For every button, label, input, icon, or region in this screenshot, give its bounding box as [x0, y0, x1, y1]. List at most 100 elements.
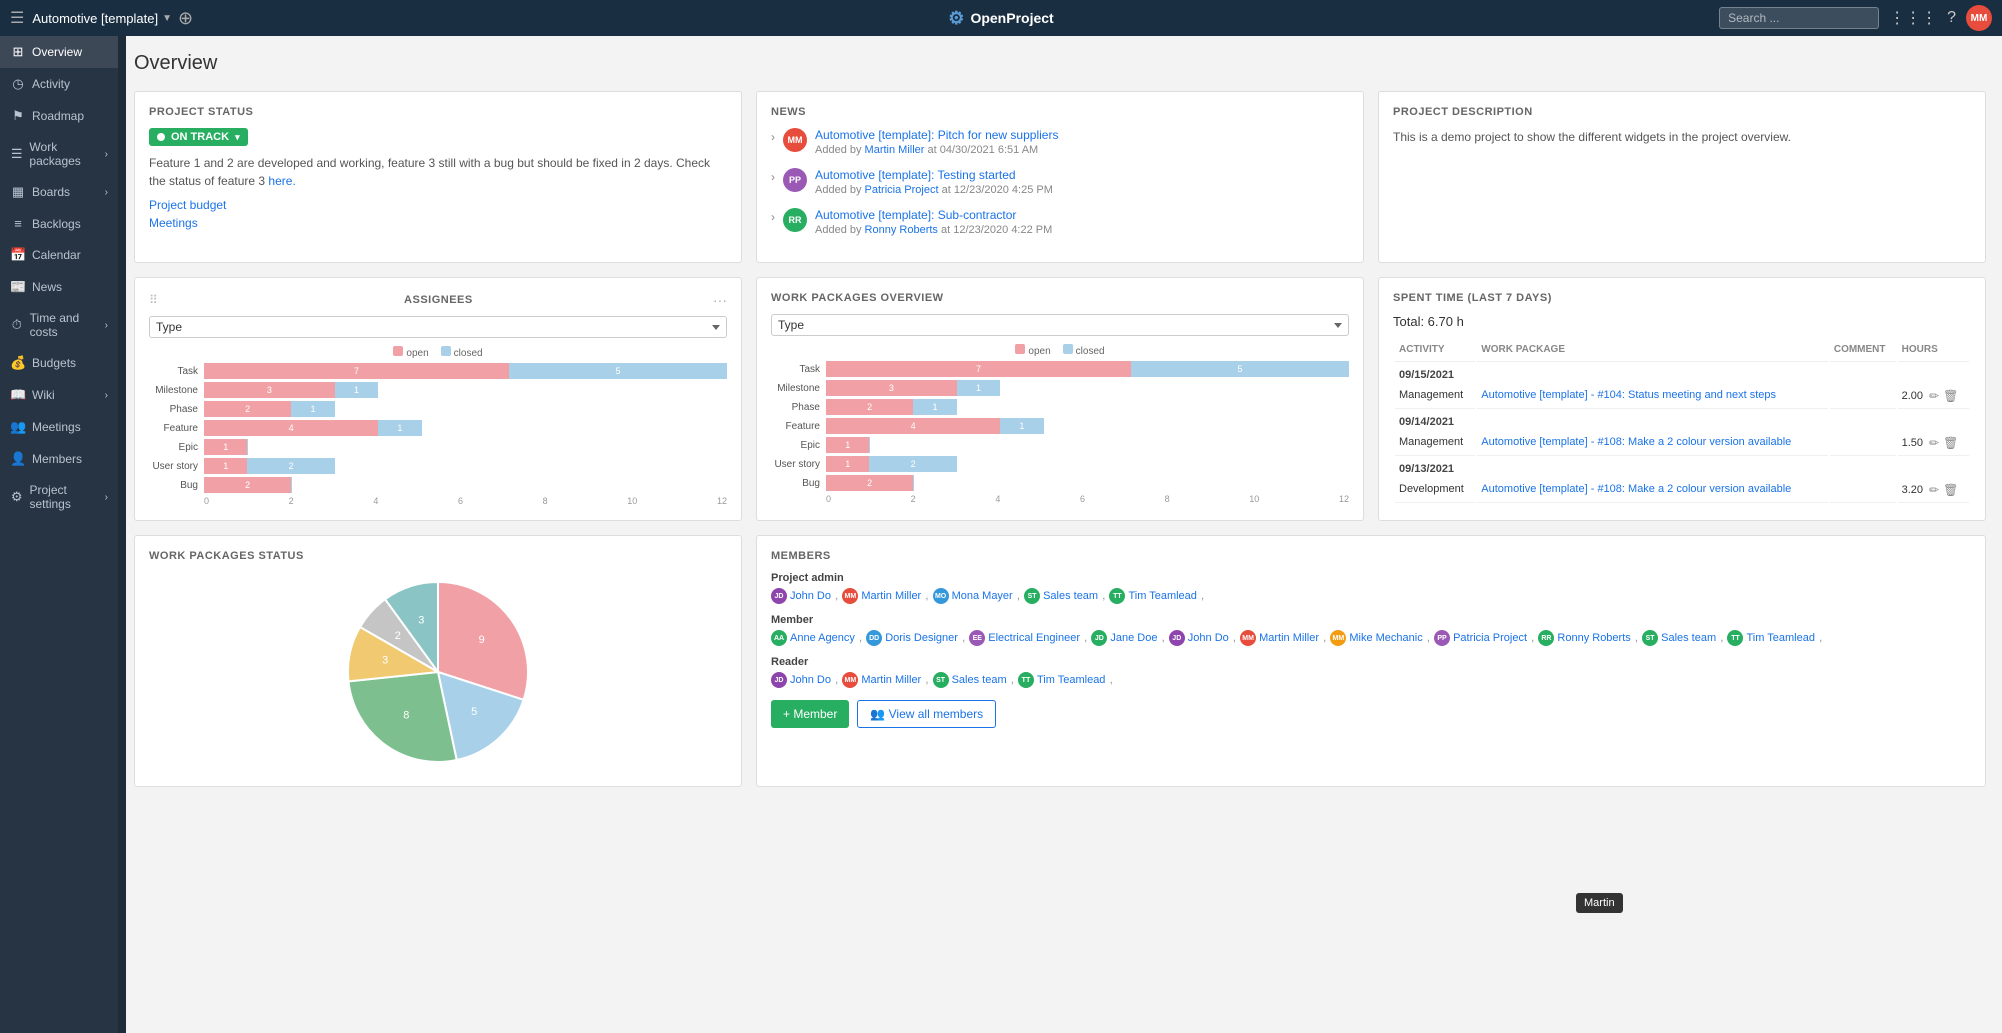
member-tag[interactable]: RRRonny Roberts: [1538, 630, 1630, 646]
spent-wp-link[interactable]: Automotive [template] - #108: Make a 2 c…: [1481, 436, 1791, 448]
project-name[interactable]: Automotive [template] ▼: [32, 11, 172, 26]
status-caret-icon[interactable]: ▾: [235, 132, 240, 143]
member-tag[interactable]: STSales team: [1024, 588, 1098, 604]
bar-closed: 2: [247, 458, 334, 474]
news-author-0[interactable]: Martin Miller: [865, 144, 925, 156]
status-description: Feature 1 and 2 are developed and workin…: [149, 154, 727, 190]
member-separator: ,: [1323, 630, 1326, 646]
member-name: Tim Teamlead: [1037, 674, 1105, 686]
bar-row: Task 7 5: [149, 363, 727, 379]
news-caret-icon: ›: [771, 130, 775, 144]
sidebar-item-wiki[interactable]: 📖 Wiki ›: [0, 379, 118, 411]
member-tag[interactable]: TTTim Teamlead: [1727, 630, 1814, 646]
bar-open: 1: [204, 458, 247, 474]
bar-track: 4 1: [204, 420, 727, 436]
member-name: Ronny Roberts: [1557, 632, 1630, 644]
news-author-2[interactable]: Ronny Roberts: [865, 224, 938, 236]
member-tag[interactable]: TTTim Teamlead: [1109, 588, 1196, 604]
search-input[interactable]: [1719, 7, 1879, 29]
sidebar-item-boards[interactable]: ▦ Boards ›: [0, 176, 118, 208]
sidebar-item-budgets[interactable]: 💰 Budgets: [0, 347, 118, 379]
member-tag[interactable]: AAAnne Agency: [771, 630, 855, 646]
pie-label: 2: [395, 630, 401, 642]
member-tag[interactable]: MMMartin Miller: [842, 672, 921, 688]
member-avatar: JD: [771, 672, 787, 688]
bar-label: User story: [771, 459, 826, 470]
spent-edit-btn[interactable]: ✏: [1929, 483, 1939, 497]
member-name: Mona Mayer: [952, 590, 1013, 602]
member-name: Electrical Engineer: [988, 632, 1080, 644]
spent-edit-btn[interactable]: ✏: [1929, 389, 1939, 403]
bar-track: 2 1: [204, 401, 727, 417]
sidebar-arrow-project-settings: ›: [105, 492, 108, 503]
wp-status-widget: WORK PACKAGES STATUS 958323: [134, 535, 742, 787]
member-tag[interactable]: JDJohn Do: [771, 588, 831, 604]
sidebar-item-meetings[interactable]: 👥 Meetings: [0, 411, 118, 443]
member-tag[interactable]: MMMartin Miller: [1240, 630, 1319, 646]
members-role-label: Member: [771, 614, 1971, 626]
sidebar-item-overview[interactable]: ⊞ Overview: [0, 36, 118, 68]
spent-delete-btn[interactable]: 🗑: [1943, 389, 1958, 403]
sidebar-label-budgets: Budgets: [32, 356, 76, 370]
news-link-2[interactable]: Automotive [template]: Sub-contractor: [815, 208, 1349, 222]
member-separator: ,: [1161, 630, 1164, 646]
bar-axis: 024681012: [771, 494, 1349, 504]
bar-label: Milestone: [149, 385, 204, 396]
wp-overview-select[interactable]: Type Assignee Priority: [771, 314, 1349, 336]
project-budget-link[interactable]: Project budget: [149, 198, 727, 212]
project-status-title: PROJECT STATUS: [149, 106, 727, 118]
view-all-members-button[interactable]: 👥 View all members: [857, 700, 996, 728]
col-activity: ACTIVITY: [1395, 341, 1475, 362]
sidebar-item-roadmap[interactable]: ⚑ Roadmap: [0, 100, 118, 132]
bar-row: User story 1 2: [771, 456, 1349, 472]
assignees-type-select[interactable]: Type Assignee Priority: [149, 316, 727, 338]
sidebar-item-news[interactable]: 📰 News: [0, 271, 118, 303]
member-tag[interactable]: MOMona Mayer: [933, 588, 1013, 604]
spent-entry-row: Management Automotive [template] - #108:…: [1395, 431, 1969, 456]
sidebar-item-time-costs[interactable]: ⏱ Time and costs ›: [0, 303, 118, 347]
help-icon[interactable]: ?: [1947, 9, 1956, 27]
member-tag[interactable]: JDJohn Do: [771, 672, 831, 688]
sidebar-icon-backlogs: ≡: [10, 216, 26, 231]
bar-row: Feature 4 1: [149, 420, 727, 436]
bar-label: Epic: [771, 440, 826, 451]
spent-wp-link[interactable]: Automotive [template] - #104: Status mee…: [1481, 389, 1776, 401]
member-tag[interactable]: DDDoris Designer: [866, 630, 958, 646]
sidebar-item-activity[interactable]: ◷ Activity: [0, 68, 118, 100]
meetings-link[interactable]: Meetings: [149, 216, 727, 230]
spent-edit-btn[interactable]: ✏: [1929, 436, 1939, 450]
assignees-menu-icon[interactable]: ···: [713, 292, 727, 308]
sidebar-item-project-settings[interactable]: ⚙ Project settings ›: [0, 475, 118, 519]
member-tag[interactable]: PPPatricia Project: [1434, 630, 1527, 646]
sidebar-resize-handle[interactable]: [118, 36, 126, 1033]
hamburger-icon[interactable]: ☰: [10, 8, 24, 28]
status-here-link[interactable]: here.: [268, 174, 295, 188]
grid-icon[interactable]: ⋮⋮⋮: [1889, 8, 1937, 28]
bar-track: 2 1: [826, 399, 1349, 415]
spent-delete-btn[interactable]: 🗑: [1943, 483, 1958, 497]
member-tag[interactable]: MMMike Mechanic: [1330, 630, 1422, 646]
member-tag[interactable]: STSales team: [933, 672, 1007, 688]
member-separator: ,: [1819, 630, 1822, 646]
member-tag[interactable]: MMMartin Miller: [842, 588, 921, 604]
sidebar-item-backlogs[interactable]: ≡ Backlogs: [0, 208, 118, 239]
member-tag[interactable]: STSales team: [1642, 630, 1716, 646]
sidebar-item-work-packages[interactable]: ☰ Work packages ›: [0, 132, 118, 176]
spent-total: Total: 6.70 h: [1393, 314, 1971, 329]
sidebar-item-members[interactable]: 👤 Members: [0, 443, 118, 475]
member-tag[interactable]: JDJane Doe: [1091, 630, 1157, 646]
sidebar-item-calendar[interactable]: 📅 Calendar: [0, 239, 118, 271]
member-tag[interactable]: EEElectrical Engineer: [969, 630, 1080, 646]
user-avatar[interactable]: MM: [1966, 5, 1992, 31]
member-tag[interactable]: JDJohn Do: [1169, 630, 1229, 646]
add-project-icon[interactable]: ⊕: [178, 8, 193, 29]
member-tag[interactable]: TTTim Teamlead: [1018, 672, 1105, 688]
news-link-0[interactable]: Automotive [template]: Pitch for new sup…: [815, 128, 1349, 142]
spent-delete-btn[interactable]: 🗑: [1943, 436, 1958, 450]
spent-wp-link[interactable]: Automotive [template] - #108: Make a 2 c…: [1481, 483, 1791, 495]
news-author-1[interactable]: Patricia Project: [865, 184, 939, 196]
add-member-button[interactable]: + Member: [771, 700, 849, 728]
spent-time-title: SPENT TIME (LAST 7 DAYS): [1393, 292, 1971, 304]
news-link-1[interactable]: Automotive [template]: Testing started: [815, 168, 1349, 182]
members-role-label: Reader: [771, 656, 1971, 668]
